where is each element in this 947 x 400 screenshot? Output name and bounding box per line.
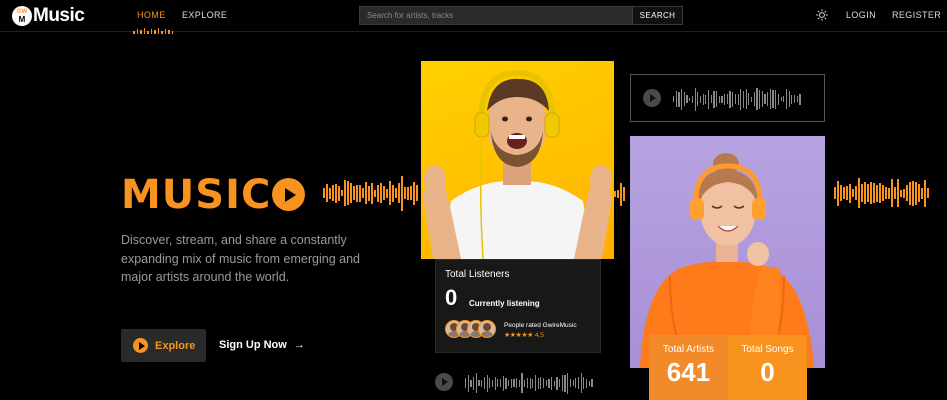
hero-description: Discover, stream, and share a constantly…	[121, 233, 361, 284]
total-listeners-card: Total Listeners 0 Currently listening Pe…	[435, 259, 601, 353]
total-artists-stat: Total Artists 641	[649, 335, 728, 400]
signup-label: Sign Up Now	[219, 339, 287, 351]
signup-link[interactable]: Sign Up Now →	[219, 339, 305, 351]
nav-link-home[interactable]: HOME	[137, 10, 166, 20]
play-icon	[133, 338, 148, 353]
total-songs-label: Total Songs	[741, 344, 794, 355]
avatar	[478, 320, 496, 338]
hero-title: MUSIC	[121, 172, 272, 218]
rating-value: 4.5	[534, 332, 544, 339]
sun-icon[interactable]	[816, 9, 828, 21]
play-icon[interactable]	[643, 89, 661, 107]
logo-text: Music	[33, 5, 85, 26]
total-listeners-title: Total Listeners	[445, 269, 510, 280]
rated-text: People rated GwireMusic	[504, 322, 577, 329]
middle-waveform	[614, 180, 626, 208]
player-waveform	[673, 86, 802, 112]
active-link-equalizer	[133, 28, 173, 34]
search-input[interactable]	[360, 7, 632, 24]
right-waveform	[834, 174, 930, 212]
hero-waveform	[323, 174, 419, 212]
currently-listening-caption: Currently listening	[469, 299, 540, 308]
logo[interactable]: GW M Music	[12, 4, 85, 28]
search-bar: SEARCH	[359, 6, 683, 25]
player-waveform-bottom	[465, 370, 594, 396]
total-songs-stat: Total Songs 0	[728, 335, 807, 400]
audio-player-top	[630, 74, 825, 122]
hero-play-button[interactable]	[272, 178, 305, 211]
logo-badge: GW M	[12, 6, 32, 26]
star-rating: ★★★★★ 4.5	[504, 331, 544, 339]
login-link[interactable]: LOGIN	[846, 10, 876, 20]
total-listeners-count: 0	[445, 285, 458, 310]
listener-photo-man	[421, 61, 614, 259]
arrow-right-icon: →	[293, 339, 305, 351]
total-songs-value: 0	[760, 357, 775, 387]
search-button[interactable]: SEARCH	[632, 7, 682, 24]
explore-button[interactable]: Explore	[121, 329, 206, 362]
nav-link-explore[interactable]: EXPLORE	[182, 10, 227, 20]
play-icon[interactable]	[435, 373, 453, 391]
total-artists-label: Total Artists	[662, 344, 715, 355]
top-navbar: GW M Music HOME EXPLORE SEARCH LOGIN REG…	[0, 0, 947, 34]
listener-photo-woman	[630, 136, 825, 368]
register-link[interactable]: REGISTER	[892, 10, 941, 20]
star-icons: ★★★★★	[504, 332, 533, 339]
total-artists-value: 641	[666, 357, 711, 387]
explore-button-label: Explore	[155, 339, 196, 352]
